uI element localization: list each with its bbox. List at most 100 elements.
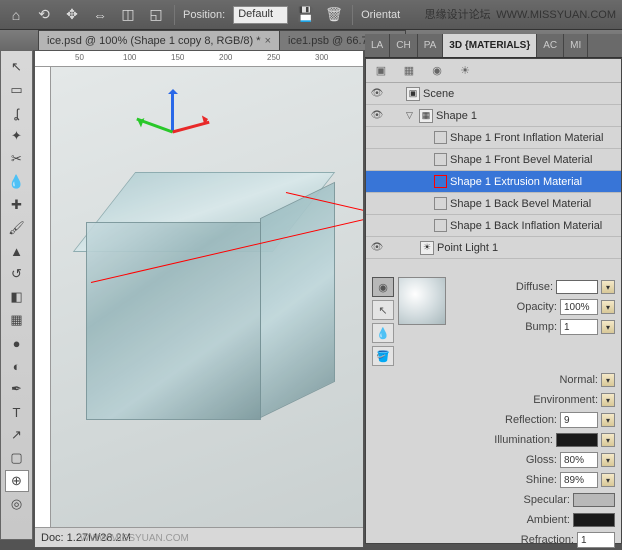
- material-properties: ◉ ↖ 💧 🪣 Diffuse:▾ Opacity:100%▾ Bump:1▾ …: [366, 273, 621, 543]
- save-view-icon[interactable]: 💾: [296, 5, 316, 25]
- panel-tab-pa[interactable]: PA: [418, 34, 444, 57]
- prop-label: Environment:: [526, 394, 598, 406]
- panel-tab-3d[interactable]: 3D {MATERIALS}: [443, 34, 537, 57]
- dodge-tool-icon[interactable]: ◐: [5, 355, 29, 377]
- home-icon[interactable]: ⌂: [6, 5, 26, 25]
- texture-menu-icon[interactable]: ▾: [601, 433, 615, 447]
- refraction-input[interactable]: 1: [577, 532, 615, 548]
- mat-tool-bucket-icon[interactable]: 🪣: [372, 346, 394, 366]
- texture-menu-icon[interactable]: ▾: [601, 413, 615, 427]
- row-label: Shape 1: [436, 110, 477, 122]
- slide-icon[interactable]: ⇔: [90, 5, 110, 25]
- panel-tab-mi[interactable]: MI: [564, 34, 588, 57]
- visibility-icon[interactable]: 👁: [368, 85, 386, 103]
- mat-tool-sphere-icon[interactable]: ◉: [372, 277, 394, 297]
- scale-icon[interactable]: ◫: [118, 5, 138, 25]
- material-row[interactable]: Shape 1 Front Bevel Material: [366, 149, 621, 171]
- shine-input[interactable]: 89%: [560, 472, 598, 488]
- disclosure-icon[interactable]: ▽: [406, 110, 416, 121]
- mat-tool-select-icon[interactable]: ↖: [372, 300, 394, 320]
- shape-row[interactable]: 👁 ▽ ▦ Shape 1: [366, 105, 621, 127]
- type-tool-icon[interactable]: T: [5, 401, 29, 423]
- path-tool-icon[interactable]: ↗: [5, 424, 29, 446]
- material-icon: [434, 197, 447, 210]
- texture-menu-icon[interactable]: ▾: [601, 300, 615, 314]
- move-tool-icon[interactable]: ↖: [5, 56, 29, 78]
- panel-tab-ac[interactable]: AC: [537, 34, 564, 57]
- doc-tab-label: ice.psd @ 100% (Shape 1 copy 8, RGB/8) *: [47, 35, 261, 47]
- position-select[interactable]: Default: [233, 6, 288, 24]
- material-icon: [434, 131, 447, 144]
- material-row[interactable]: Shape 1 Back Bevel Material: [366, 193, 621, 215]
- brush-tool-icon[interactable]: 🖌: [5, 217, 29, 239]
- ambient-swatch[interactable]: [573, 513, 615, 527]
- 3d-camera-tool-icon[interactable]: ◎: [5, 493, 29, 515]
- opacity-input[interactable]: 100%: [560, 299, 598, 315]
- gloss-input[interactable]: 80%: [560, 452, 598, 468]
- document-canvas[interactable]: [51, 67, 363, 527]
- row-label: Shape 1 Back Inflation Material: [450, 220, 602, 232]
- position-label: Position:: [183, 9, 225, 21]
- reflection-input[interactable]: 9: [560, 412, 598, 428]
- visibility-icon[interactable]: 👁: [368, 239, 386, 257]
- ice-cube-3d[interactable]: [86, 172, 336, 432]
- history-brush-icon[interactable]: ↺: [5, 263, 29, 285]
- texture-menu-icon[interactable]: ▾: [601, 320, 615, 334]
- watermark-top: 思缘设计论坛 WWW.MISSYUAN.COM: [425, 6, 616, 22]
- prop-label: Specular:: [498, 494, 570, 506]
- bump-input[interactable]: 1: [560, 319, 598, 335]
- eraser-tool-icon[interactable]: ◧: [5, 286, 29, 308]
- prop-label: Shine:: [485, 474, 557, 486]
- eyedropper-tool-icon[interactable]: 💧: [5, 171, 29, 193]
- texture-menu-icon[interactable]: ▾: [601, 393, 615, 407]
- lasso-tool-icon[interactable]: ʆ: [5, 102, 29, 124]
- pan-icon[interactable]: ✥: [62, 5, 82, 25]
- texture-menu-icon[interactable]: ▾: [601, 453, 615, 467]
- doc-tab-active[interactable]: ice.psd @ 100% (Shape 1 copy 8, RGB/8) *…: [38, 30, 280, 50]
- row-label: Shape 1 Front Bevel Material: [450, 154, 592, 166]
- heal-tool-icon[interactable]: ✚: [5, 194, 29, 216]
- specular-swatch[interactable]: [573, 493, 615, 507]
- material-row[interactable]: Shape 1 Back Inflation Material: [366, 215, 621, 237]
- texture-menu-icon[interactable]: ▾: [601, 280, 615, 294]
- delete-view-icon[interactable]: 🗑: [324, 5, 344, 25]
- crop-tool-icon[interactable]: ✂: [5, 148, 29, 170]
- filter-material-icon[interactable]: ◉: [428, 62, 446, 80]
- panel-tab-ch[interactable]: CH: [390, 34, 417, 57]
- filter-mesh-icon[interactable]: ▦: [400, 62, 418, 80]
- row-label: Point Light 1: [437, 242, 498, 254]
- filter-light-icon[interactable]: ☀: [456, 62, 474, 80]
- marquee-tool-icon[interactable]: ▭: [5, 79, 29, 101]
- material-row[interactable]: Shape 1 Front Inflation Material: [366, 127, 621, 149]
- light-icon: ☀: [420, 241, 434, 255]
- material-icon: [434, 219, 447, 232]
- cube-icon[interactable]: ◱: [146, 5, 166, 25]
- shape-tool-icon[interactable]: ▢: [5, 447, 29, 469]
- illumination-swatch[interactable]: [556, 433, 598, 447]
- row-label: Shape 1 Back Bevel Material: [450, 198, 591, 210]
- mat-tool-drop-icon[interactable]: 💧: [372, 323, 394, 343]
- material-row-selected[interactable]: Shape 1 Extrusion Material: [366, 171, 621, 193]
- wand-tool-icon[interactable]: ✦: [5, 125, 29, 147]
- 3d-rotate-tool-icon[interactable]: ⊕: [5, 470, 29, 492]
- light-row[interactable]: 👁 ☀ Point Light 1: [366, 237, 621, 259]
- panel-tab-la[interactable]: LA: [365, 34, 390, 57]
- close-icon[interactable]: ×: [265, 35, 271, 47]
- scene-root-row[interactable]: 👁 ▣ Scene: [366, 83, 621, 105]
- rotate-icon[interactable]: ⟲: [34, 5, 54, 25]
- texture-menu-icon[interactable]: ▾: [601, 373, 615, 387]
- prop-label: Normal:: [526, 374, 598, 386]
- diffuse-swatch[interactable]: [556, 280, 598, 294]
- tool-palette: ↖ ▭ ʆ ✦ ✂ 💧 ✚ 🖌 ▲ ↺ ◧ ▦ ● ◐ ✒ T ↗ ▢ ⊕ ◎: [0, 50, 33, 540]
- prop-label: Bump:: [485, 321, 557, 333]
- material-icon: [434, 175, 447, 188]
- stamp-tool-icon[interactable]: ▲: [5, 240, 29, 262]
- texture-menu-icon[interactable]: ▾: [601, 473, 615, 487]
- blur-tool-icon[interactable]: ●: [5, 332, 29, 354]
- material-icon: [434, 153, 447, 166]
- visibility-icon[interactable]: 👁: [368, 107, 386, 125]
- material-preview[interactable]: [398, 277, 446, 325]
- pen-tool-icon[interactable]: ✒: [5, 378, 29, 400]
- filter-scene-icon[interactable]: ▣: [372, 62, 390, 80]
- gradient-tool-icon[interactable]: ▦: [5, 309, 29, 331]
